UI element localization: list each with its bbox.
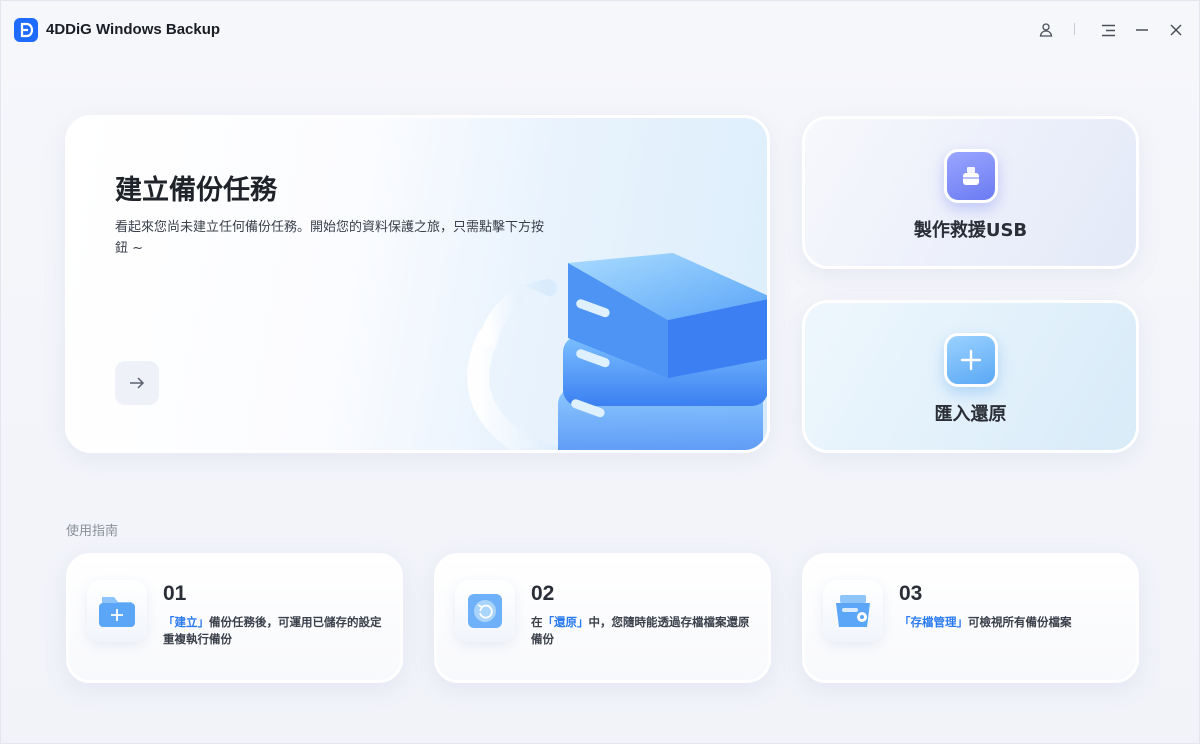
create-backup-button[interactable] (115, 361, 159, 405)
create-rescue-usb-label: 製作救援USB (913, 220, 1028, 241)
close-icon[interactable] (1164, 18, 1188, 42)
guide-highlight[interactable]: 「還原」 (543, 615, 589, 629)
archive-manage-icon (823, 580, 883, 642)
guide-item-restore: 02 在「還原」中，您隨時能透過存檔檔案還原備份 (434, 553, 771, 683)
user-icon[interactable] (1034, 18, 1058, 42)
guide-highlight[interactable]: 「存檔管理」 (899, 615, 968, 629)
app-window: 4DDiG Windows Backup 建立備份任務 看起來您尚未建立任何備份… (0, 0, 1200, 744)
guide-text-body: 可檢視所有備份檔案 (968, 615, 1072, 629)
menu-icon[interactable] (1096, 18, 1120, 42)
server-illustration-icon (467, 253, 767, 450)
app-title: 4DDiG Windows Backup (46, 21, 221, 38)
folder-add-icon (87, 580, 147, 642)
create-backup-card[interactable]: 建立備份任務 看起來您尚未建立任何備份任務。開始您的資料保護之旅，只需點擊下方按… (65, 115, 770, 453)
guide-item-number: 03 (899, 582, 923, 605)
guide-text-prefix: 在 (531, 615, 543, 629)
restore-disk-icon (455, 580, 515, 642)
guide-item-number: 02 (531, 582, 555, 605)
title-bar: 4DDiG Windows Backup (1, 1, 1199, 59)
minimize-icon[interactable] (1130, 18, 1154, 42)
arrow-right-icon (129, 374, 145, 393)
guide-item-number: 01 (163, 582, 187, 605)
guide-section-title: 使用指南 (66, 524, 119, 539)
plus-icon (944, 333, 998, 387)
titlebar-divider (1074, 23, 1075, 35)
guide-item-archive: 03 「存檔管理」可檢視所有備份檔案 (802, 553, 1139, 683)
usb-icon (944, 149, 998, 203)
hero-title: 建立備份任務 (115, 175, 277, 206)
guide-item-text: 「存檔管理」可檢視所有備份檔案 (899, 614, 1124, 631)
import-restore-label: 匯入還原 (934, 404, 1007, 425)
import-restore-card[interactable]: 匯入還原 (802, 300, 1139, 453)
guide-item-text: 「建立」備份任務後，可運用已儲存的設定重複執行備份 (163, 614, 388, 648)
guide-highlight[interactable]: 「建立」 (163, 615, 209, 629)
app-logo-icon (14, 18, 38, 42)
guide-item-text: 在「還原」中，您隨時能透過存檔檔案還原備份 (531, 614, 756, 648)
create-rescue-usb-card[interactable]: 製作救援USB (802, 116, 1139, 269)
guide-item-create: 01 「建立」備份任務後，可運用已儲存的設定重複執行備份 (66, 553, 403, 683)
